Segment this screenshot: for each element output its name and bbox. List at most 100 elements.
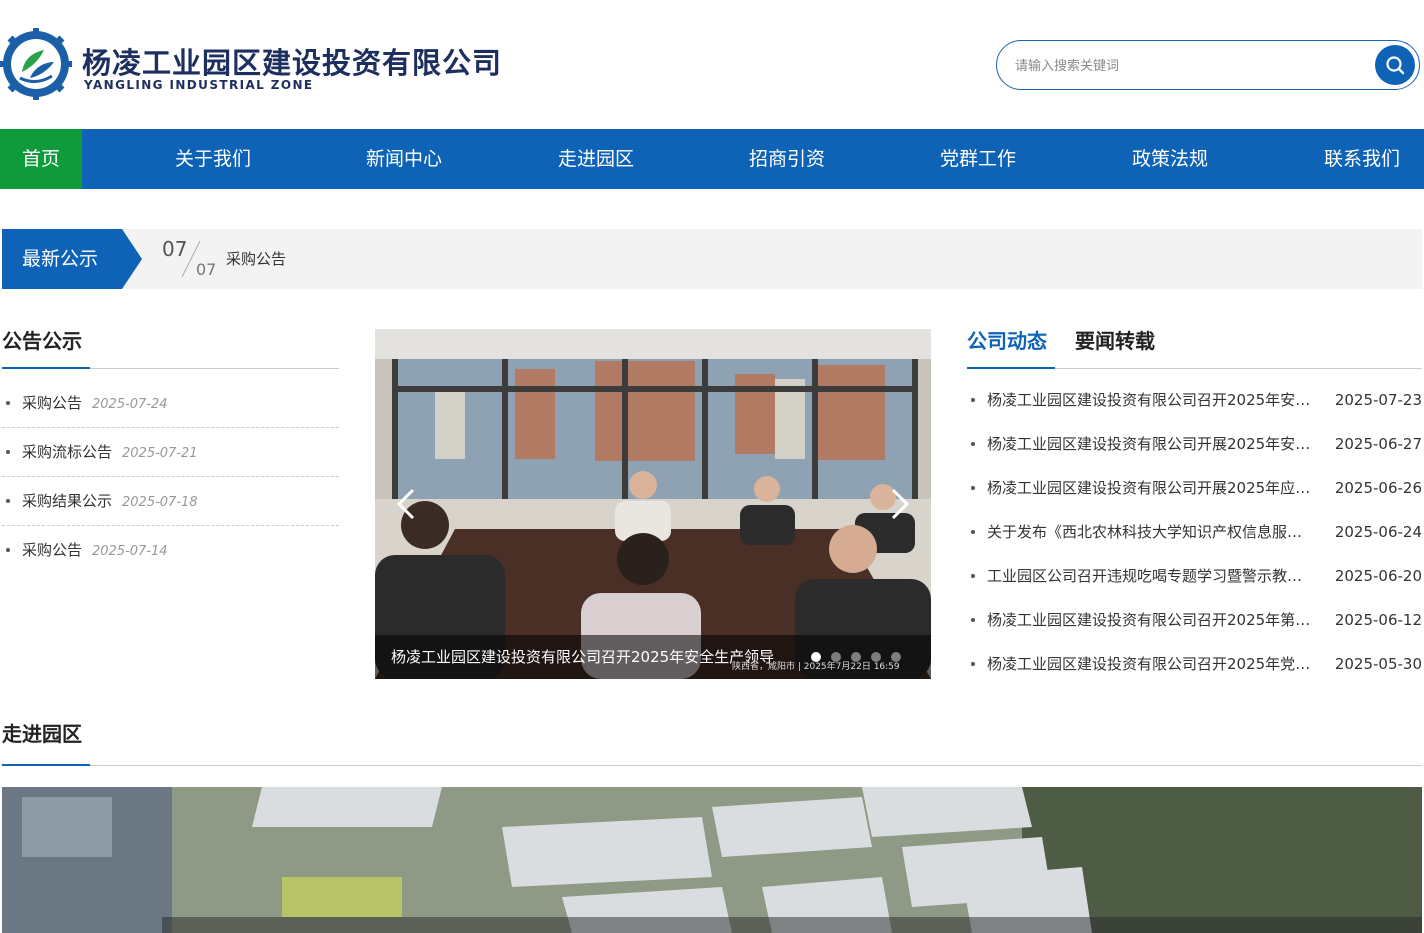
nav-label: 招商引资 xyxy=(748,148,825,170)
title-underline xyxy=(2,764,90,766)
bullet-icon xyxy=(6,401,10,405)
announcement-date: 2025-07-24 xyxy=(92,397,168,412)
notice-link[interactable]: 采购公告 xyxy=(226,229,286,289)
announcements-title[interactable]: 公告公示 xyxy=(2,329,82,353)
search-button[interactable] xyxy=(1375,45,1415,85)
nav-item-party[interactable]: 党群工作 xyxy=(918,129,1038,189)
slider-dot[interactable] xyxy=(851,652,861,662)
park-section: 走进园区 xyxy=(2,722,1422,766)
news-tabs: 公司动态 要闻转载 xyxy=(967,329,1422,369)
slider-dot[interactable] xyxy=(831,652,841,662)
slider-dot[interactable] xyxy=(811,652,821,662)
bullet-icon xyxy=(971,530,975,534)
announcements-header: 公告公示 xyxy=(2,329,339,369)
news-list: 杨凌工业园区建设投资有限公司召开2025年安全生产领导小组会议 2025-07-2… xyxy=(967,378,1422,686)
news-title[interactable]: 杨凌工业园区建设投资有限公司召开2025年第二季度工作会议 xyxy=(987,598,1312,642)
list-item[interactable]: 采购结果公示 2025-07-18 xyxy=(2,477,339,526)
title-underline xyxy=(2,367,90,369)
news-title[interactable]: 工业园区公司召开违规吃喝专题学习暨警示教育会 xyxy=(987,554,1312,598)
search-icon xyxy=(1386,56,1405,75)
list-item[interactable]: 杨凌工业园区建设投资有限公司开展2025年安全生产月活动 2025-06-27 xyxy=(967,422,1422,466)
news-date: 2025-06-24 xyxy=(1334,523,1422,541)
tab-underline xyxy=(967,367,1055,369)
company-logo[interactable] xyxy=(0,28,72,100)
announcements-panel: 公告公示 采购公告 2025-07-24 采购流标公告 2025-07-21 采购结… xyxy=(2,329,339,575)
nav-item-about[interactable]: 关于我们 xyxy=(153,129,273,189)
park-title[interactable]: 走进园区 xyxy=(2,722,82,746)
list-item[interactable]: 杨凌工业园区建设投资有限公司召开2025年安全生产领导小组会议 2025-07-2… xyxy=(967,378,1422,422)
list-item[interactable]: 杨凌工业园区建设投资有限公司召开2025年党风廉政建设会议 2025-05-30 xyxy=(967,642,1422,686)
news-date: 2025-06-27 xyxy=(1334,435,1422,453)
news-date: 2025-07-23 xyxy=(1334,391,1422,409)
search-box xyxy=(996,40,1420,90)
list-item[interactable]: 杨凌工业园区建设投资有限公司开展2025年应急演练 2025-06-26 xyxy=(967,466,1422,510)
bullet-icon xyxy=(971,398,975,402)
list-item[interactable]: 采购流标公告 2025-07-21 xyxy=(2,428,339,477)
park-aerial-image[interactable] xyxy=(2,787,1422,933)
announcements-list: 采购公告 2025-07-24 采购流标公告 2025-07-21 采购结果公示 20… xyxy=(2,379,339,575)
bullet-icon xyxy=(6,450,10,454)
nav-item-home[interactable]: 首页 xyxy=(0,129,82,189)
news-slider[interactable]: 杨凌工业园区建设投资有限公司召开2025年安全生产领导 陕西省，咸阳市 | 20… xyxy=(375,329,931,679)
news-title[interactable]: 杨凌工业园区建设投资有限公司召开2025年安全生产领导小组会议 xyxy=(987,378,1312,422)
news-title[interactable]: 关于发布《西北农林科技大学知识产权信息服务》的通知 xyxy=(987,510,1312,554)
slide-caption[interactable]: 杨凌工业园区建设投资有限公司召开2025年安全生产领导 xyxy=(391,635,811,679)
bullet-icon xyxy=(6,548,10,552)
slider-dot[interactable] xyxy=(871,652,881,662)
park-aerial-photo xyxy=(2,787,1422,933)
bullet-icon xyxy=(971,574,975,578)
list-item[interactable]: 关于发布《西北农林科技大学知识产权信息服务》的通知 2025-06-24 xyxy=(967,510,1422,554)
announcement-title[interactable]: 采购公告 xyxy=(22,394,82,412)
announcement-title[interactable]: 采购公告 xyxy=(22,541,82,559)
nav-item-contact[interactable]: 联系我们 xyxy=(1302,129,1422,189)
news-title[interactable]: 杨凌工业园区建设投资有限公司开展2025年安全生产月活动 xyxy=(987,422,1312,466)
bullet-icon xyxy=(971,486,975,490)
nav-item-news[interactable]: 新闻中心 xyxy=(344,129,464,189)
announcement-title[interactable]: 采购结果公示 xyxy=(22,492,112,510)
news-title[interactable]: 杨凌工业园区建设投资有限公司开展2025年应急演练 xyxy=(987,466,1312,510)
list-item[interactable]: 采购公告 2025-07-14 xyxy=(2,526,339,575)
announcement-date: 2025-07-21 xyxy=(122,446,198,461)
announcement-title[interactable]: 采购流标公告 xyxy=(22,443,112,461)
nav-label: 联系我们 xyxy=(1323,148,1400,170)
slide-photo[interactable] xyxy=(375,329,931,679)
announcement-date: 2025-07-18 xyxy=(122,495,198,510)
bullet-icon xyxy=(971,618,975,622)
list-item[interactable]: 杨凌工业园区建设投资有限公司召开2025年第二季度工作会议 2025-06-12 xyxy=(967,598,1422,642)
nav-label: 党群工作 xyxy=(939,148,1016,170)
chevron-left-icon[interactable] xyxy=(391,484,421,524)
announcement-date: 2025-07-14 xyxy=(92,544,168,559)
tab-reprinted-news[interactable]: 要闻转载 xyxy=(1075,329,1155,353)
bullet-icon xyxy=(6,499,10,503)
nav-label: 关于我们 xyxy=(174,148,251,170)
nav-label: 首页 xyxy=(21,148,60,170)
notice-tag-label: 最新公示 xyxy=(22,248,99,270)
news-title[interactable]: 杨凌工业园区建设投资有限公司召开2025年党风廉政建设会议 xyxy=(987,642,1312,686)
nav-label: 走进园区 xyxy=(557,148,634,170)
nav-label: 新闻中心 xyxy=(365,148,442,170)
bullet-icon xyxy=(971,662,975,666)
news-date: 2025-06-20 xyxy=(1334,567,1422,585)
main-nav: 首页 关于我们 新闻中心 走进园区 招商引资 党群工作 政策法规 联系我们 xyxy=(0,129,1424,189)
nav-item-investment[interactable]: 招商引资 xyxy=(727,129,847,189)
chevron-right-icon[interactable] xyxy=(885,484,915,524)
slider-dot[interactable] xyxy=(891,652,901,662)
search-input[interactable] xyxy=(1015,54,1355,78)
site-header: 杨凌工业园区建设投资有限公司 YANGLING INDUSTRIAL ZONE xyxy=(0,0,1424,129)
bullet-icon xyxy=(971,442,975,446)
latest-notice-bar: 最新公示 07 07 采购公告 xyxy=(2,229,1422,289)
news-date: 2025-06-12 xyxy=(1334,611,1422,629)
news-panel: 公司动态 要闻转载 杨凌工业园区建设投资有限公司召开2025年安全生产领导小组会… xyxy=(967,329,1422,686)
news-date: 2025-06-26 xyxy=(1334,479,1422,497)
tab-company-news[interactable]: 公司动态 xyxy=(967,329,1047,353)
nav-item-policy[interactable]: 政策法规 xyxy=(1110,129,1230,189)
list-item[interactable]: 工业园区公司召开违规吃喝专题学习暨警示教育会 2025-06-20 xyxy=(967,554,1422,598)
notice-month: 07 xyxy=(196,260,217,279)
brand-name-cn: 杨凌工业园区建设投资有限公司 xyxy=(82,46,503,80)
nav-label: 政策法规 xyxy=(1131,148,1208,170)
brand-name-en: YANGLING INDUSTRIAL ZONE xyxy=(84,78,314,92)
list-item[interactable]: 采购公告 2025-07-24 xyxy=(2,379,339,428)
park-header: 走进园区 xyxy=(2,722,1422,766)
news-date: 2025-05-30 xyxy=(1334,655,1422,673)
nav-item-park[interactable]: 走进园区 xyxy=(536,129,656,189)
